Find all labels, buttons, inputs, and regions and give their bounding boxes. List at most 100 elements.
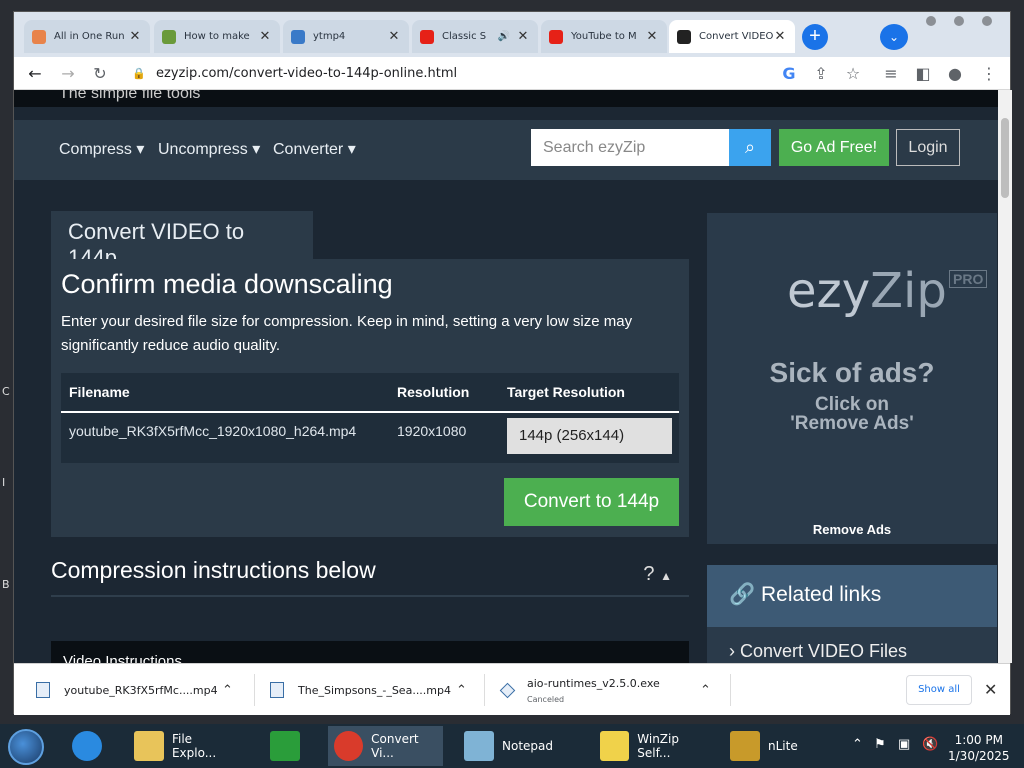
instructions-header[interactable]: Compression instructions below ? ▲ (51, 551, 689, 597)
flag-icon[interactable]: ⚑ (874, 736, 886, 752)
taskbar-nlite[interactable]: nLite (724, 726, 824, 766)
winzip-icon (600, 731, 630, 761)
search-input[interactable]: Search ezyZip (531, 129, 729, 166)
side-panel-icon[interactable]: ◧ (912, 63, 934, 85)
tab-ytmp4[interactable]: ytmp4 ✕ (283, 20, 409, 53)
browser-toolbar: ← → ↻ 🔒 ezyzip.com/convert-video-to-144p… (14, 57, 1010, 90)
chevron-up-icon[interactable]: ⌃ (456, 683, 467, 698)
desktop-fragment: B (2, 578, 10, 591)
maximize-button[interactable] (954, 16, 964, 26)
desktop-fragment: I (2, 476, 6, 489)
panel-description: Enter your desired file size for compres… (61, 313, 633, 354)
remove-ads-banner[interactable]: ezyZip PRO Sick of ads? Click on 'Remove … (707, 213, 997, 544)
video-file-icon (270, 682, 284, 698)
taskbar-file-explorer[interactable]: File Explo... (128, 726, 240, 766)
minimize-button[interactable] (926, 16, 936, 26)
desktop: C I B All in One Run ✕ How to make ✕ ytmp4… (0, 0, 1024, 768)
related-links-header: 🔗 Related links (707, 565, 997, 627)
instructions-toggle[interactable]: ? ▲ (643, 563, 672, 586)
reading-list-icon[interactable]: ≡ (880, 63, 902, 85)
close-icon[interactable]: ✕ (258, 29, 272, 44)
internet-explorer-icon[interactable] (66, 726, 114, 766)
col-filename: Filename (69, 384, 130, 400)
web-page: The simple file tools Compress ▾ Uncompr… (14, 90, 998, 663)
chevron-up-icon[interactable]: ⌃ (222, 683, 233, 698)
page-scrollbar[interactable] (998, 90, 1012, 663)
tab-favicon-icon (162, 29, 176, 44)
browser-window: All in One Run ✕ How to make ✕ ytmp4 ✕ Clas… (13, 11, 1012, 715)
site-navbar: Compress ▾ Uncompress ▾ Converter ▾ Sear… (14, 120, 998, 180)
caret-up-icon: ▲ (660, 569, 672, 583)
tab-convert-video[interactable]: Convert VIDEO ✕ (669, 20, 795, 53)
taskbar-winzip[interactable]: WinZip Self... (594, 726, 714, 766)
tool-tab[interactable]: Convert VIDEO to 144p (51, 211, 313, 270)
go-ad-free-button[interactable]: Go Ad Free! (779, 129, 889, 166)
address-bar[interactable]: 🔒 ezyzip.com/convert-video-to-144p-onlin… (124, 60, 784, 87)
tab-youtube-to[interactable]: YouTube to M ✕ (541, 20, 667, 53)
download-item[interactable]: youtube_RK3fX5rfMc....mp4 ⌃ (36, 664, 256, 716)
search-icon: ⌕ (744, 137, 756, 157)
tab-classic[interactable]: Classic S 🔊 ✕ (412, 20, 538, 53)
taskbar-notepad[interactable]: Notepad (458, 726, 578, 766)
link-icon: 🔗 (729, 583, 756, 606)
col-target-resolution: Target Resolution (507, 384, 625, 400)
nlite-icon (730, 731, 760, 761)
tab-search-button[interactable]: ⌄ (880, 24, 908, 50)
remove-ads-link[interactable]: Remove Ads (707, 522, 997, 537)
speaker-icon[interactable]: 🔊 (498, 31, 510, 42)
close-icon[interactable]: ✕ (645, 29, 659, 44)
ezyzip-favicon-icon (677, 29, 691, 44)
profile-avatar-icon[interactable]: ● (944, 63, 966, 85)
nav-uncompress[interactable]: Uncompress ▾ (158, 139, 260, 159)
store-icon[interactable] (264, 726, 316, 766)
youtube-icon (420, 29, 434, 44)
lock-icon: 🔒 (132, 67, 146, 80)
forward-icon[interactable]: → (57, 63, 79, 85)
login-button[interactable]: Login (896, 129, 960, 166)
new-tab-button[interactable]: + (802, 24, 828, 50)
col-resolution: Resolution (397, 384, 470, 400)
clock[interactable]: 1:00 PM 1/30/2025 (948, 732, 1010, 764)
convert-button[interactable]: Convert to 144p (504, 478, 679, 526)
target-resolution-select[interactable]: 144p (256x144) (507, 418, 672, 454)
volume-muted-icon[interactable]: 🔇 (922, 736, 938, 752)
download-item[interactable]: The_Simpsons_-_Sea....mp4 ⌃ (270, 664, 490, 716)
nav-converter[interactable]: Converter ▾ (273, 139, 356, 159)
close-icon[interactable]: ✕ (984, 680, 997, 700)
notepad-icon (464, 731, 494, 761)
tab-all-in-one[interactable]: All in One Run ✕ (24, 20, 150, 53)
menu-kebab-icon[interactable]: ⋮ (978, 63, 1000, 85)
network-icon[interactable]: ▣ (898, 736, 910, 752)
download-item[interactable]: aio-runtimes_v2.5.0.exe Canceled ⌃ (499, 664, 732, 716)
share-icon[interactable]: ⇪ (810, 63, 832, 85)
show-all-button[interactable]: Show all (906, 675, 972, 705)
file-name: youtube_RK3fX5rfMcc_1920x1080_h264.mp4 (69, 423, 357, 439)
panel-heading: Confirm media downscaling (61, 269, 393, 299)
tab-favicon-icon (32, 29, 46, 44)
download-bar: youtube_RK3fX5rfMc....mp4 ⌃ The_Simpsons… (14, 663, 1010, 715)
chevron-up-icon[interactable]: ⌃ (700, 683, 711, 698)
tab-how-to-make[interactable]: How to make ✕ (154, 20, 280, 53)
close-icon[interactable]: ✕ (387, 29, 401, 44)
close-window-button[interactable] (982, 16, 992, 26)
close-icon[interactable]: ✕ (128, 29, 142, 44)
bookmark-star-icon[interactable]: ☆ (842, 63, 864, 85)
start-button[interactable] (8, 729, 44, 765)
folder-icon (134, 731, 164, 761)
close-icon[interactable]: ✕ (516, 29, 530, 44)
ezyzip-logo: ezyZip (787, 263, 947, 319)
scrollbar-thumb[interactable] (1001, 118, 1009, 198)
ad-subtext: Click on 'Remove Ads' (790, 394, 914, 434)
tray-overflow-icon[interactable]: ⌃ (852, 736, 863, 752)
taskbar-chrome[interactable]: Convert Vi... (328, 726, 443, 766)
tab-favicon-icon (549, 29, 563, 44)
reload-icon[interactable]: ↻ (89, 63, 111, 85)
related-link-item[interactable]: › Convert VIDEO Files (707, 627, 997, 663)
google-icon[interactable]: G (778, 63, 800, 85)
pro-badge: PRO (949, 270, 988, 288)
close-icon[interactable]: ✕ (773, 29, 787, 44)
back-icon[interactable]: ← (24, 63, 46, 85)
nav-compress[interactable]: Compress ▾ (59, 139, 144, 159)
search-button[interactable]: ⌕ (729, 129, 771, 166)
url-text: ezyzip.com/convert-video-to-144p-online.… (156, 66, 458, 81)
